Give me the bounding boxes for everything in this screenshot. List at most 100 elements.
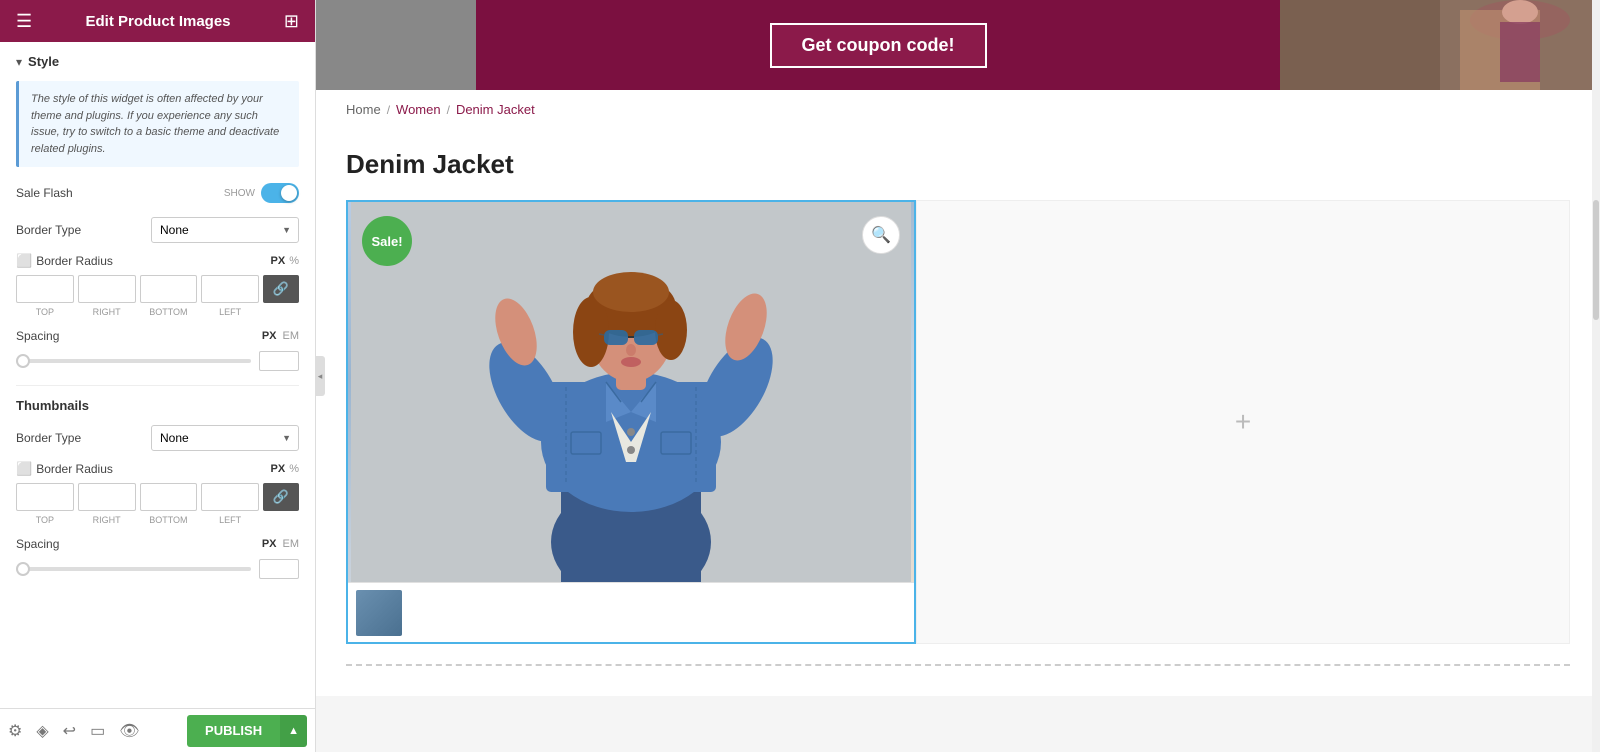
border-radius-bottom[interactable]	[140, 275, 198, 303]
border-type-row: Border Type None Solid Dotted Dashed Dou…	[16, 217, 299, 243]
breadcrumb-sep-2: /	[447, 103, 450, 117]
spacing-em[interactable]: EM	[283, 330, 300, 342]
scrollbar-thumb[interactable]	[1593, 200, 1599, 320]
thumb-spacing-px[interactable]: PX	[262, 538, 277, 550]
publish-btn-group: PUBLISH ▲	[187, 715, 307, 747]
border-radius-units: PX %	[271, 255, 299, 267]
breadcrumb-home[interactable]: Home	[346, 102, 381, 117]
style-section-title: Style	[28, 54, 59, 69]
thumb-spacing-slider-row	[16, 559, 299, 579]
thumb-spacing-label: Spacing	[16, 537, 59, 551]
hamburger-icon[interactable]: ☰	[16, 11, 32, 32]
sale-flash-toggle-container: SHOW	[224, 183, 299, 203]
history-icon[interactable]: ↩	[63, 721, 76, 741]
border-radius-inputs: 🔗	[16, 275, 299, 303]
thumbnail-1[interactable]	[356, 590, 402, 636]
thumb-right-label: RIGHT	[78, 515, 136, 525]
border-radius-right[interactable]	[78, 275, 136, 303]
thumb-spacing-header: Spacing PX EM	[16, 537, 299, 551]
banner-right-image	[1280, 0, 1600, 90]
spacing-value[interactable]	[259, 351, 299, 371]
border-radius-left[interactable]	[201, 275, 259, 303]
coupon-button[interactable]: Get coupon code!	[770, 23, 987, 68]
bottom-divider	[346, 664, 1570, 666]
main-image-container: Sale! 🔍	[346, 200, 916, 644]
style-section-header[interactable]: ▾ Style	[16, 54, 299, 69]
thumbnail-strip	[348, 582, 914, 642]
spacing-header: Spacing PX EM	[16, 329, 299, 343]
publish-button[interactable]: PUBLISH	[187, 715, 280, 747]
thumb-border-radius-top[interactable]	[16, 483, 74, 511]
thumb-border-radius-label: ⬜ Border Radius	[16, 461, 113, 477]
sale-flash-toggle[interactable]	[261, 183, 299, 203]
image-placeholder-column: +	[916, 200, 1570, 644]
thumb-border-radius-units: PX %	[271, 463, 299, 475]
border-radius-label: ⬜ Border Radius	[16, 253, 113, 269]
product-image-svg	[348, 202, 914, 582]
settings-icon[interactable]: ⚙	[8, 721, 22, 741]
collapse-handle[interactable]: ◂	[315, 356, 325, 396]
thumb-spacing-slider[interactable]	[16, 567, 251, 571]
percent-unit[interactable]: %	[289, 255, 299, 267]
footer-icons: ⚙ ◈ ↩ ▭ 👁	[8, 721, 140, 741]
sale-flash-label: Sale Flash	[16, 186, 73, 200]
breadcrumb-sep-1: /	[387, 103, 390, 117]
thumb-px-unit[interactable]: PX	[271, 463, 286, 475]
thumb-top-label: TOP	[16, 515, 74, 525]
content-area: Home / Women / Denim Jacket Denim Jacket…	[316, 90, 1600, 696]
thumb-border-radius-header: ⬜ Border Radius PX %	[16, 461, 299, 477]
banner-area: Get coupon code!	[316, 0, 1600, 90]
thumb-left-label: LEFT	[201, 515, 259, 525]
thumb-border-radius-text: Border Radius	[36, 462, 113, 476]
right-label: RIGHT	[78, 307, 136, 317]
layers-icon[interactable]: ◈	[36, 721, 48, 741]
product-images-grid: Sale! 🔍	[346, 200, 1570, 644]
add-column-icon[interactable]: +	[1235, 406, 1251, 438]
breadcrumb: Home / Women / Denim Jacket	[316, 90, 1600, 129]
preview-icon[interactable]: 👁	[119, 721, 139, 741]
thumbnails-title: Thumbnails	[16, 398, 299, 413]
device-icon[interactable]: ▭	[90, 721, 105, 741]
thumb-border-type-label: Border Type	[16, 431, 81, 445]
publish-dropdown-button[interactable]: ▲	[280, 715, 307, 747]
border-type-select[interactable]: None Solid Dotted Dashed Double Groove	[151, 217, 299, 243]
info-box: The style of this widget is often affect…	[16, 81, 299, 167]
thumb-monitor-icon: ⬜	[16, 461, 32, 477]
banner-center: Get coupon code!	[476, 0, 1280, 90]
sale-flash-row: Sale Flash SHOW	[16, 183, 299, 203]
thumb-border-radius-link-btn[interactable]: 🔗	[263, 483, 299, 511]
section-divider	[16, 385, 299, 386]
thumb-border-radius-right[interactable]	[78, 483, 136, 511]
main-product-image	[348, 202, 914, 582]
monitor-icon: ⬜	[16, 253, 32, 269]
thumb-spacing-value[interactable]	[259, 559, 299, 579]
px-unit[interactable]: PX	[271, 255, 286, 267]
border-radius-link-btn[interactable]: 🔗	[263, 275, 299, 303]
spacing-slider[interactable]	[16, 359, 251, 363]
thumb-border-type-select[interactable]: None Solid Dotted Dashed Double Groove	[151, 425, 299, 451]
zoom-button[interactable]: 🔍	[862, 216, 900, 254]
thumb-border-radius-labels: TOP RIGHT BOTTOM LEFT	[16, 515, 299, 525]
top-label: TOP	[16, 307, 74, 317]
left-panel: ☰ Edit Product Images ⊞ ▾ Style The styl…	[0, 0, 316, 752]
banner-left	[316, 0, 476, 90]
thumb-spacing-em[interactable]: EM	[283, 538, 300, 550]
thumb-percent-unit[interactable]: %	[289, 463, 299, 475]
breadcrumb-product[interactable]: Denim Jacket	[456, 102, 535, 117]
grid-icon[interactable]: ⊞	[284, 11, 299, 32]
border-radius-top[interactable]	[16, 275, 74, 303]
border-type-select-wrapper: None Solid Dotted Dashed Double Groove	[151, 217, 299, 243]
panel-footer: ⚙ ◈ ↩ ▭ 👁 PUBLISH ▲	[0, 708, 315, 752]
border-radius-text: Border Radius	[36, 254, 113, 268]
thumb-border-radius-left[interactable]	[201, 483, 259, 511]
breadcrumb-women[interactable]: Women	[396, 102, 441, 117]
spacing-px[interactable]: PX	[262, 330, 277, 342]
thumb-border-type-select-wrapper: None Solid Dotted Dashed Double Groove	[151, 425, 299, 451]
spacing-units: PX EM	[262, 330, 299, 342]
spacing-label: Spacing	[16, 329, 59, 343]
info-text: The style of this widget is often affect…	[31, 91, 287, 157]
border-radius-labels: TOP RIGHT BOTTOM LEFT	[16, 307, 299, 317]
left-label: LEFT	[201, 307, 259, 317]
thumb-border-radius-bottom[interactable]	[140, 483, 198, 511]
scrollbar-track	[1592, 0, 1600, 752]
